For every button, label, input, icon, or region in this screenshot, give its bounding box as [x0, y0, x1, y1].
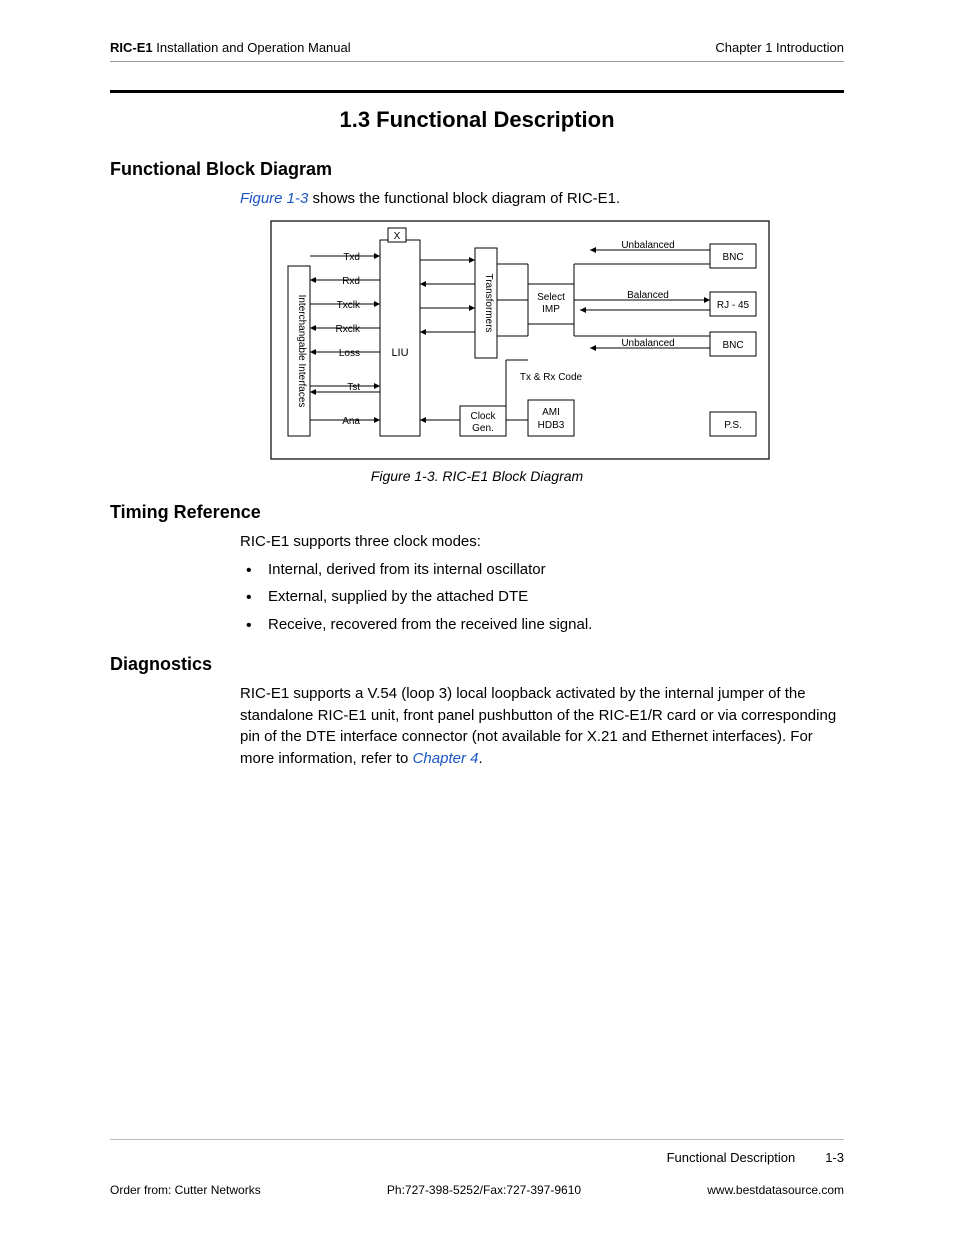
heading-functional-block-diagram: Functional Block Diagram [110, 159, 844, 180]
figure-1-3: Interchangable Interfaces Txd Rxd Txclk … [270, 220, 844, 460]
signal-rxclk: Rxclk [336, 324, 361, 335]
footer-section-name: Functional Description [667, 1150, 796, 1165]
diagnostics-body: RIC-E1 supports a V.54 (loop 3) local lo… [240, 683, 844, 770]
diagram-select-l2: IMP [542, 304, 560, 315]
footer-order: Order from: Cutter Networks [110, 1183, 261, 1197]
signal-tst: Tst [347, 382, 360, 393]
timing-intro: RIC-E1 supports three clock modes: [240, 531, 844, 553]
heading-diagnostics: Diagnostics [110, 654, 844, 675]
diagram-x-label: X [394, 231, 401, 242]
diagram-balanced: Balanced [627, 290, 669, 301]
diagram-interfaces-label: Interchangable Interfaces [296, 294, 307, 407]
diagram-ps: P.S. [724, 420, 742, 431]
diagram-clock-l2: Gen. [472, 423, 494, 434]
timing-item-3: Receive, recovered from the received lin… [240, 614, 844, 636]
fbd-intro: Figure 1-3 shows the functional block di… [240, 188, 844, 210]
diagram-liu-label: LIU [391, 347, 408, 359]
footer-phone: Ph:727-398-5252/Fax:727-397-9610 [387, 1183, 581, 1197]
page-footer: Functional Description 1-3 Order from: C… [110, 1139, 844, 1197]
page-header: RIC-E1 Installation and Operation Manual… [110, 40, 844, 61]
section-title: 1.3 Functional Description [110, 107, 844, 133]
chapter-reference-link[interactable]: Chapter 4 [413, 750, 479, 767]
chapter-label: Chapter 1 Introduction [715, 40, 844, 55]
section-rule [110, 90, 844, 93]
footer-rule [110, 1139, 844, 1140]
signal-txclk: Txclk [337, 300, 361, 311]
diagram-clock-l1: Clock [470, 411, 496, 422]
diagram-ami-label: AMI [542, 407, 560, 418]
header-rule [110, 61, 844, 62]
figure-caption: Figure 1-3. RIC-E1 Block Diagram [110, 468, 844, 484]
heading-timing-reference: Timing Reference [110, 502, 844, 523]
fbd-intro-text: shows the functional block diagram of RI… [308, 190, 620, 207]
diagram-unbalanced-1: Unbalanced [621, 240, 674, 251]
block-diagram-svg: Interchangable Interfaces Txd Rxd Txclk … [270, 220, 770, 460]
diagram-hdb3-label: HDB3 [538, 420, 565, 431]
diagram-select-l1: Select [537, 292, 565, 303]
signal-txd: Txd [343, 252, 360, 263]
manual-title: RIC-E1 Installation and Operation Manual [110, 40, 351, 55]
diagram-transformers-label: Transformers [483, 273, 494, 332]
figure-reference-link[interactable]: Figure 1-3 [240, 190, 308, 207]
timing-list: Internal, derived from its internal osci… [240, 559, 844, 636]
footer-page-number: 1-3 [825, 1150, 844, 1165]
diagram-bnc-1: BNC [722, 252, 743, 263]
diagnostics-text-before: RIC-E1 supports a V.54 (loop 3) local lo… [240, 685, 836, 767]
signal-loss: Loss [339, 348, 360, 359]
diagnostics-text-after: . [478, 750, 482, 767]
diagram-bnc-2: BNC [722, 340, 743, 351]
manual-title-bold: RIC-E1 [110, 40, 153, 55]
diagram-rj45: RJ - 45 [717, 300, 750, 311]
timing-item-1: Internal, derived from its internal osci… [240, 559, 844, 581]
timing-item-2: External, supplied by the attached DTE [240, 586, 844, 608]
signal-rxd: Rxd [342, 276, 360, 287]
signal-ana: Ana [342, 416, 360, 427]
footer-web: www.bestdatasource.com [707, 1183, 844, 1197]
manual-title-rest: Installation and Operation Manual [153, 40, 351, 55]
diagram-txrx-label: Tx & Rx Code [520, 372, 583, 383]
diagram-unbalanced-2: Unbalanced [621, 338, 674, 349]
